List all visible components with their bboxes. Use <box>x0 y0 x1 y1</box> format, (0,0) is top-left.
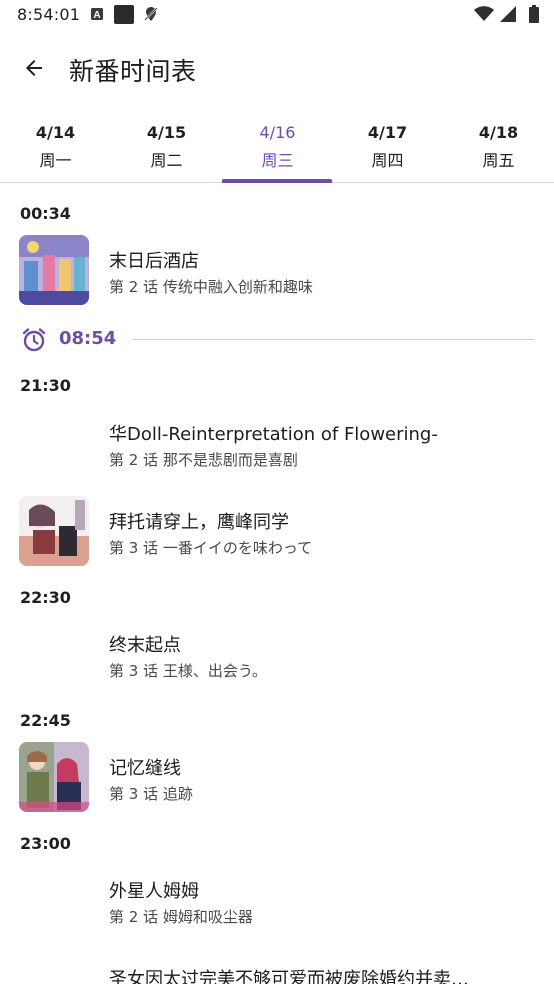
tab-wed[interactable]: 4/16 周三 <box>222 112 333 182</box>
tab-date: 4/15 <box>146 123 187 142</box>
svg-text:A: A <box>93 10 100 21</box>
tab-day: 周二 <box>150 151 183 170</box>
a-letter-icon: A <box>90 6 104 25</box>
list-item[interactable]: 拜托请穿上，鹰峰同学 第 3 话 一番イイのを味わって <box>0 496 554 568</box>
time-header: 21:30 <box>20 376 71 395</box>
anime-thumbnail <box>19 742 89 812</box>
battery-icon <box>528 5 540 27</box>
divider <box>132 339 534 340</box>
episode-info: 第 2 话 那不是悲剧而是喜剧 <box>109 451 298 469</box>
episode-info: 第 3 话 王様、出会う。 <box>109 662 267 680</box>
tab-date: 4/14 <box>35 123 76 142</box>
tab-date: 4/18 <box>478 123 519 142</box>
time-header: 22:30 <box>20 588 71 607</box>
tab-day: 周三 <box>261 151 294 170</box>
tab-day: 周四 <box>371 151 404 170</box>
wifi-icon <box>474 6 494 26</box>
list-item[interactable]: 外星人姆姆 第 2 话 姆姆和吸尘器 <box>0 865 554 937</box>
anime-title: 圣女因太过完美不够可爱而被废除婚约并卖… <box>109 969 469 984</box>
tab-date: 4/17 <box>367 123 408 142</box>
alarm-clock-icon <box>21 327 47 357</box>
tab-mon[interactable]: 4/14 周一 <box>0 112 111 182</box>
tab-indicator <box>222 179 332 183</box>
list-item[interactable]: 末日后酒店 第 2 话 传统中融入创新和趣味 <box>0 235 554 307</box>
anime-thumbnail <box>19 496 89 566</box>
list-item[interactable]: 圣女因太过完美不够可爱而被废除婚约并卖… <box>0 953 554 984</box>
tab-fri[interactable]: 4/18 周五 <box>443 112 554 182</box>
time-header: 23:00 <box>20 834 71 853</box>
anime-title: 外星人姆姆 <box>109 881 199 902</box>
app-square-icon <box>114 5 134 28</box>
signal-icon <box>500 6 516 26</box>
status-bar: 8:54:01 A <box>0 0 554 30</box>
list-item[interactable]: 终末起点 第 3 话 王様、出会う。 <box>0 619 554 691</box>
episode-info: 第 2 话 姆姆和吸尘器 <box>109 908 253 926</box>
page-title: 新番时间表 <box>69 57 197 86</box>
arrow-left-icon <box>22 56 46 84</box>
tab-day: 周一 <box>39 151 72 170</box>
anime-thumbnail <box>19 235 89 305</box>
tab-date: 4/16 <box>259 123 296 142</box>
app-bar: 新番时间表 <box>0 40 554 100</box>
anime-title: 末日后酒店 <box>109 251 199 272</box>
time-header: 00:34 <box>20 204 71 223</box>
current-time: 08:54 <box>59 328 117 349</box>
anime-title: 记忆缝线 <box>109 758 181 779</box>
anime-title: 终末起点 <box>109 635 181 656</box>
current-time-marker: 08:54 <box>0 322 554 358</box>
tab-day: 周五 <box>482 151 515 170</box>
schedule-screen: 8:54:01 A 新番时间表 4/14 周一 4/15 周二 4/16 周三 … <box>0 0 554 984</box>
list-item[interactable]: 记忆缝线 第 3 话 追跡 <box>0 742 554 814</box>
anime-title: 华Doll-Reinterpretation of Flowering- <box>109 424 438 445</box>
no-location-icon <box>143 6 159 26</box>
episode-info: 第 2 话 传统中融入创新和趣味 <box>109 278 313 296</box>
status-time: 8:54:01 <box>17 5 81 24</box>
list-item[interactable]: 华Doll-Reinterpretation of Flowering- 第 2… <box>0 408 554 480</box>
time-header: 22:45 <box>20 711 71 730</box>
anime-title: 拜托请穿上，鹰峰同学 <box>109 512 289 533</box>
tab-thu[interactable]: 4/17 周四 <box>332 112 443 182</box>
episode-info: 第 3 话 一番イイのを味わって <box>109 539 313 557</box>
episode-info: 第 3 话 追跡 <box>109 785 193 803</box>
day-tabs: 4/14 周一 4/15 周二 4/16 周三 4/17 周四 4/18 周五 <box>0 112 554 183</box>
back-button[interactable] <box>14 50 54 90</box>
tab-tue[interactable]: 4/15 周二 <box>111 112 222 182</box>
